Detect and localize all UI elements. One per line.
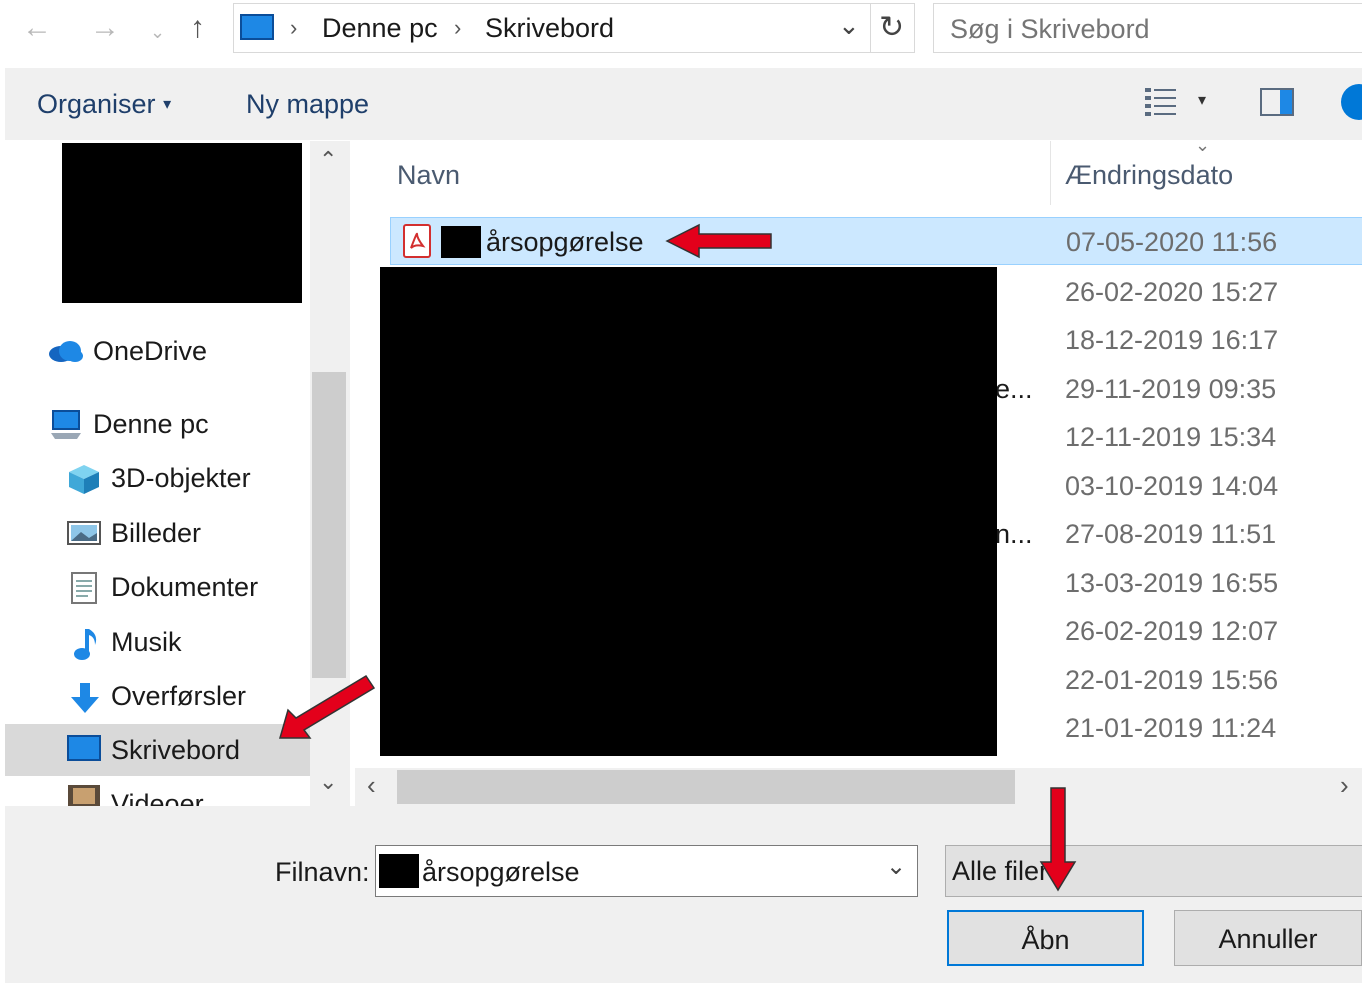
view-dropdown-icon[interactable]: ▾ [1198,90,1206,110]
redacted-filename-part [441,226,481,258]
sidebar-item-label: 3D-objekter [111,463,251,493]
sidebar-item-dokumenter[interactable]: Dokumenter [5,563,310,611]
sidebar-item-label: Videoer [111,789,204,806]
scroll-right-chevron-icon[interactable]: › [1340,770,1349,801]
help-icon[interactable] [1341,84,1362,120]
music-icon [71,627,103,660]
horizontal-scroll-thumb[interactable] [397,770,1015,804]
filename-input-value[interactable]: årsopgørelse [422,856,580,888]
downloads-icon [69,681,101,713]
onedrive-icon [47,336,83,366]
filename-label: Filnavn: [275,857,370,887]
sidebar-item-label: Overførsler [111,681,246,711]
filetype-select[interactable]: Alle filer [945,845,1362,897]
preview-pane-icon[interactable] [1260,88,1294,116]
column-header-aendringsdato[interactable]: Ændringsdato [1065,158,1233,192]
filetype-value: Alle filer [952,856,1049,886]
new-folder-button[interactable]: Ny mappe [246,87,369,121]
sidebar-item-musik[interactable]: Musik [5,618,310,666]
computer-icon [240,14,274,40]
navigation-pane: OneDrive Denne pc 3D-objekter Billeder D… [5,141,310,806]
redacted-quick-access [62,143,302,303]
breadcrumb-separator-icon: › [290,15,298,40]
column-divider [1050,141,1051,205]
command-bar: Organiser ▾ Ny mappe ▾ [5,68,1362,140]
open-button[interactable]: Åbn [947,910,1144,966]
filename-dropdown-chevron-icon[interactable]: ⌄ [886,852,906,881]
sidebar-item-overforsler[interactable]: Overførsler [5,672,310,720]
organize-button[interactable]: Organiser ▾ [37,87,171,122]
pictures-icon [67,518,101,548]
sidebar-item-label: Billeder [111,518,202,548]
address-row: ← → ⌄ ↑ › Denne pc › Skrivebord ⌄ ↻ [0,0,1362,62]
desktop-icon [67,735,101,765]
sidebar-item-label: Dokumenter [111,572,259,602]
table-row[interactable]: årsopgørelse 07-05-2020 11:56 [390,217,1362,265]
back-arrow-icon[interactable]: ← [22,10,52,46]
scroll-left-chevron-icon[interactable]: ‹ [367,770,376,801]
videos-icon [67,784,100,806]
up-arrow-icon[interactable]: ↑ [190,10,205,46]
sidebar-item-3d-objekter[interactable]: 3D-objekter [5,454,310,502]
file-date: 29-11-2019 09:35 [1065,374,1277,404]
column-header-row: Navn ⌄ Ændringsdato [355,135,1362,205]
refresh-icon[interactable]: ↻ [879,10,904,45]
cancel-button[interactable]: Annuller [1174,910,1362,966]
documents-icon [69,572,101,604]
sidebar-item-label: Musik [111,627,182,657]
redacted-filename-part [379,854,419,888]
organize-dropdown-icon: ▾ [163,96,172,113]
computer-icon [49,409,81,439]
filename-combobox[interactable]: årsopgørelse ⌄ [375,845,918,897]
breadcrumb-separator-icon: › [454,15,462,40]
scroll-up-chevron-icon[interactable]: ⌃ [319,147,337,173]
sidebar-item-label: OneDrive [93,336,208,366]
address-bar[interactable]: › Denne pc › Skrivebord ⌄ ↻ [233,3,915,53]
sort-chevron-icon: ⌄ [1195,135,1211,155]
search-box[interactable] [933,3,1362,53]
navigation-scroll-thumb[interactable] [312,372,346,678]
file-date: 13-03-2019 16:55 [1065,568,1279,598]
address-dropdown-chevron-icon[interactable]: ⌄ [838,10,860,41]
file-name: n... [995,519,1033,549]
search-input[interactable] [948,13,1332,46]
file-date: 18-12-2019 16:17 [1065,325,1279,355]
3d-objects-icon [67,463,99,494]
breadcrumb-skrivebord[interactable]: Skrivebord [485,12,614,44]
file-date: 21-01-2019 11:24 [1065,713,1277,743]
file-date: 26-02-2020 15:27 [1065,277,1279,307]
sidebar-item-videoer[interactable]: Videoer [5,782,310,806]
file-date: 22-01-2019 15:56 [1065,665,1279,695]
file-list: Navn ⌄ Ændringsdato årsopgørelse 07-05-2… [355,135,1362,768]
file-date: 07-05-2020 11:56 [1066,227,1278,257]
file-name: e... [995,374,1033,404]
pdf-file-icon [403,224,431,258]
sidebar-item-label: Denne pc [93,409,209,439]
sidebar-item-billeder[interactable]: Billeder [5,509,310,557]
sidebar-item-denne-pc[interactable]: Denne pc [5,400,310,448]
sidebar-item-onedrive[interactable]: OneDrive [5,327,310,375]
sidebar-item-label: Skrivebord [111,735,241,765]
recent-locations-chevron-icon[interactable]: ⌄ [150,14,165,50]
view-options-icon[interactable] [1145,86,1177,118]
file-name: årsopgørelse [486,227,644,257]
scroll-down-chevron-icon[interactable]: ⌄ [319,769,337,795]
file-date: 27-08-2019 11:51 [1065,519,1277,549]
file-date: 26-02-2019 12:07 [1065,616,1279,646]
file-date: 12-11-2019 15:34 [1065,422,1277,452]
breadcrumb-denne-pc[interactable]: Denne pc [322,12,438,44]
sidebar-item-skrivebord[interactable]: Skrivebord [5,724,310,776]
file-date: 03-10-2019 14:04 [1065,471,1279,501]
organize-label: Organiser [37,89,156,119]
redacted-file-names [380,267,997,756]
forward-arrow-icon[interactable]: → [90,10,120,46]
column-header-navn[interactable]: Navn [397,158,460,192]
address-divider [870,4,871,52]
